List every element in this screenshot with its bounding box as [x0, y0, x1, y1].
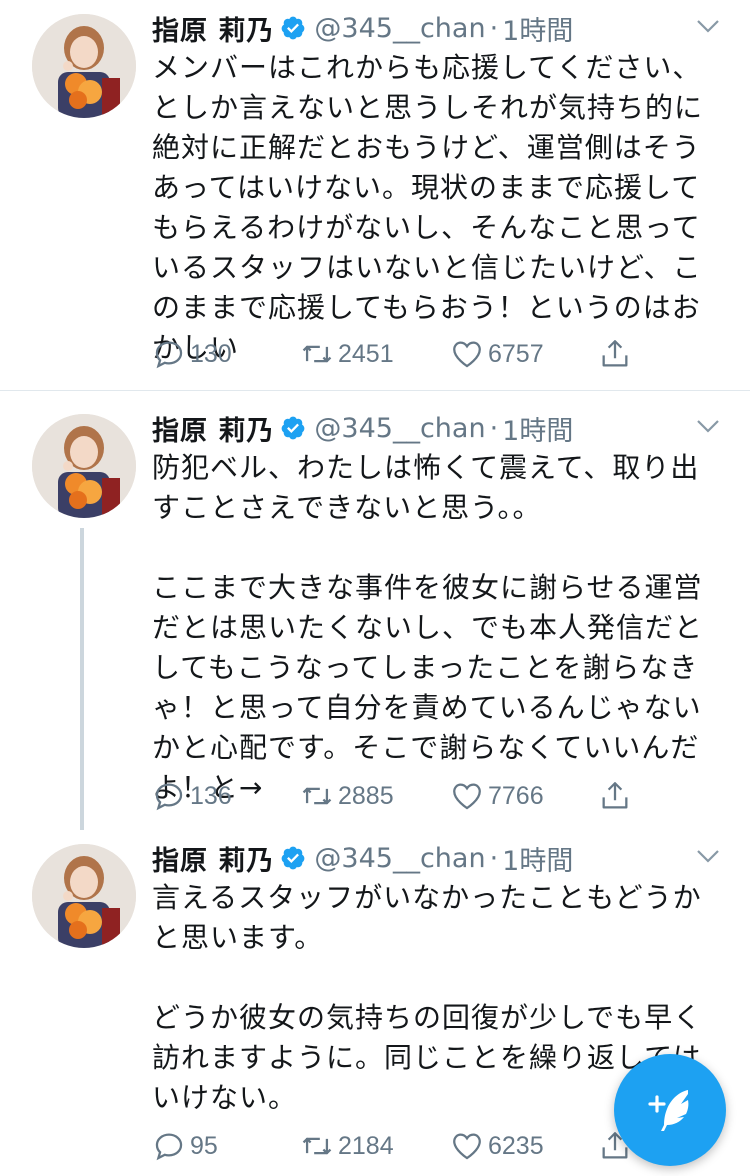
reply-count: 136	[190, 781, 232, 810]
heart-icon	[453, 1133, 481, 1160]
chevron-down-icon[interactable]	[694, 416, 722, 436]
retweet-icon	[302, 787, 332, 805]
reply-count: 130	[190, 339, 232, 368]
reply-icon	[155, 341, 183, 369]
separator-dot: ·	[489, 412, 499, 444]
tweet-divider	[0, 390, 750, 391]
author-name[interactable]: 指原 莉乃	[152, 409, 274, 448]
retweet-count: 2184	[338, 1131, 394, 1160]
author-handle[interactable]: @345__chan	[314, 413, 485, 444]
verified-badge-icon	[280, 415, 306, 441]
retweet-count: 2451	[338, 339, 394, 368]
avatar[interactable]	[32, 14, 136, 118]
like-count: 6235	[488, 1131, 544, 1160]
like-button[interactable]: 6235	[450, 1126, 544, 1166]
tweet-text: 防犯ベル、わたしは怖くて震えて、取り出すことさえできないと思う。。 ここまで大き…	[152, 451, 704, 804]
share-button[interactable]	[598, 776, 632, 816]
tweet[interactable]: 指原 莉乃 @345__chan · 1時間 メンバーはこれからも応援してくださ…	[0, 0, 750, 390]
reply-button[interactable]: 130	[152, 334, 232, 374]
avatar-image	[32, 14, 136, 118]
share-icon	[602, 782, 628, 809]
retweet-icon	[302, 345, 332, 363]
thread-connector	[80, 528, 84, 830]
heart-icon	[453, 341, 481, 368]
author-handle[interactable]: @345__chan	[314, 13, 485, 44]
avatar-image	[32, 414, 136, 518]
tweet-timestamp[interactable]: 1時間	[502, 409, 573, 448]
share-button[interactable]	[598, 334, 632, 374]
compose-tweet-icon	[648, 1090, 689, 1131]
author-name[interactable]: 指原 莉乃	[152, 9, 274, 48]
verified-badge-icon	[280, 15, 306, 41]
tweet[interactable]: 指原 莉乃 @345__chan · 1時間 防犯ベル、わたしは怖くて震えて、取…	[0, 404, 750, 824]
avatar[interactable]	[32, 414, 136, 518]
retweet-button[interactable]: 2451	[300, 334, 394, 374]
tweet-timestamp[interactable]: 1時間	[502, 839, 573, 878]
retweet-icon	[302, 1137, 332, 1155]
verified-badge-icon	[280, 845, 306, 871]
like-button[interactable]: 6757	[450, 334, 544, 374]
like-count: 7766	[488, 781, 544, 810]
chevron-down-icon[interactable]	[694, 16, 722, 36]
share-icon	[602, 340, 628, 367]
reply-button[interactable]: 95	[152, 1126, 218, 1166]
avatar-image	[32, 844, 136, 948]
retweet-button[interactable]: 2885	[300, 776, 394, 816]
reply-count: 95	[190, 1131, 218, 1160]
reply-icon	[155, 1133, 183, 1161]
reply-button[interactable]: 136	[152, 776, 232, 816]
reply-icon	[155, 783, 183, 811]
separator-dot: ·	[489, 842, 499, 874]
tweet-timestamp[interactable]: 1時間	[502, 9, 573, 48]
chevron-down-icon[interactable]	[694, 846, 722, 866]
compose-tweet-button[interactable]	[614, 1054, 726, 1166]
tweet-text: メンバーはこれからも応援してください、としか言えないと思うしそれが気持ち的に絶対…	[152, 51, 704, 364]
heart-icon	[453, 783, 481, 810]
like-button[interactable]: 7766	[450, 776, 544, 816]
like-count: 6757	[488, 339, 544, 368]
separator-dot: ·	[489, 12, 499, 44]
author-handle[interactable]: @345__chan	[314, 843, 485, 874]
author-name[interactable]: 指原 莉乃	[152, 839, 274, 878]
retweet-button[interactable]: 2184	[300, 1126, 394, 1166]
avatar[interactable]	[32, 844, 136, 948]
retweet-count: 2885	[338, 781, 394, 810]
